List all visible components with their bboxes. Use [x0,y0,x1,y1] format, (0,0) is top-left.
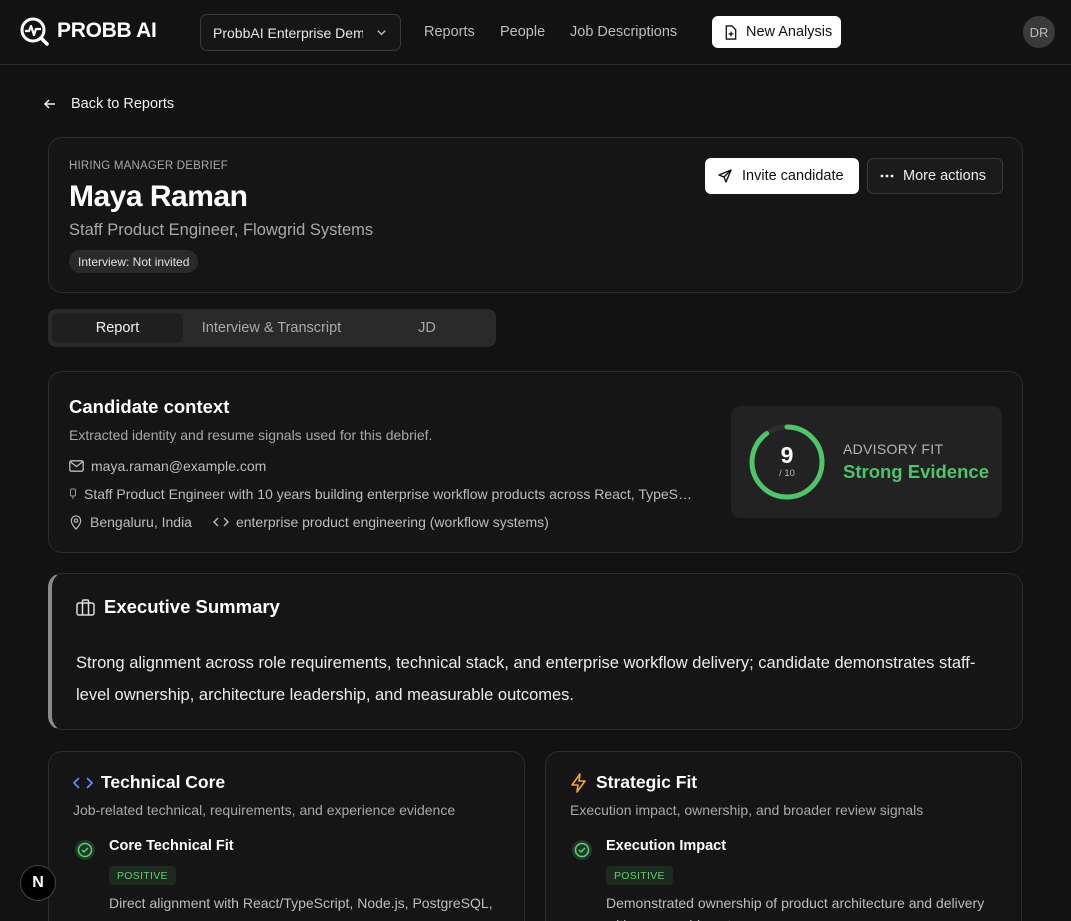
strategic-fit-header: Strategic Fit [570,772,697,793]
positive-badge: POSITIVE [606,866,673,885]
location-domain-row: Bengaluru, India enterprise product engi… [69,514,549,530]
candidate-headline: Staff Product Engineer with 10 years bui… [84,486,693,502]
headline-row: Staff Product Engineer with 10 years bui… [69,486,692,502]
dev-tools-badge[interactable]: N [20,865,56,901]
email-row: maya.raman@example.com [69,458,266,474]
briefcase-icon [76,598,95,616]
execution-impact-title: Execution Impact [606,838,727,854]
debrief-eyebrow: HIRING MANAGER DEBRIEF [69,160,229,172]
tab-report[interactable]: Report [52,313,183,343]
advisory-fit-score-panel: 9 / 10 ADVISORY FIT Strong Evidence [731,406,1002,518]
new-analysis-label: New Analysis [746,24,833,40]
technical-core-subtitle: Job-related technical, requirements, and… [73,802,456,818]
lightning-icon [571,772,586,793]
score-denominator: / 10 [779,468,795,479]
organization-select-value: ProbbAI Enterprise Demo [213,24,363,41]
execution-impact-description: Demonstrated ownership of product archit… [606,895,985,921]
score-value: 9 [780,442,794,468]
brand-logo[interactable]: PROBB AI [19,16,157,46]
send-icon [718,169,732,183]
candidate-name: Maya Raman [69,180,248,213]
invite-candidate-button[interactable]: Invite candidate [705,158,859,194]
check-circle-icon [75,840,95,860]
advisory-fit-verdict: Strong Evidence [843,461,989,482]
strategic-fit-subtitle: Execution impact, ownership, and broader… [570,802,924,818]
core-technical-fit-title: Core Technical Fit [109,838,234,854]
technical-core-card: Technical Core Job-related technical, re… [48,751,525,921]
brand-name: PROBB AI [57,19,157,42]
executive-summary-title: Executive Summary [104,596,280,617]
executive-summary-card: Executive Summary Strong alignment acros… [48,573,1023,730]
candidate-location: Bengaluru, India [90,514,192,530]
advisory-fit-label: ADVISORY FIT [843,441,944,457]
code-icon [212,517,229,527]
technical-core-title: Technical Core [101,772,226,792]
invite-candidate-label: Invite candidate [742,168,844,184]
nav-job-descriptions[interactable]: Job Descriptions [570,24,677,40]
candidate-context-title: Candidate context [69,396,230,417]
more-actions-button[interactable]: More actions [867,158,1003,194]
ellipsis-icon [880,174,894,178]
candidate-context-subtitle: Extracted identity and resume signals us… [69,427,433,443]
executive-summary-text: Strong alignment across role requirement… [76,654,976,704]
more-actions-label: More actions [903,168,987,184]
check-circle-icon [572,840,592,860]
code-icon [73,776,93,789]
executive-summary-header: Executive Summary [76,596,280,618]
mail-icon [69,460,84,472]
strategic-fit-card: Strategic Fit Execution impact, ownershi… [545,751,1022,921]
back-link-label: Back to Reports [71,96,175,112]
candidate-context-card: Candidate context Extracted identity and… [48,371,1023,553]
positive-badge: POSITIVE [109,866,176,885]
back-to-reports-link[interactable]: Back to Reports [43,96,174,112]
badge-icon [70,488,76,499]
candidate-email: maya.raman@example.com [91,458,267,474]
arrow-left-icon [43,99,55,109]
nav-reports[interactable]: Reports [424,24,475,40]
interview-status-badge: Interview: Not invited [69,250,199,273]
top-navigation-bar: PROBB AI ProbbAI Enterprise Demo Reports… [0,0,1071,65]
candidate-header-card: HIRING MANAGER DEBRIEF Maya Raman Staff … [48,137,1023,293]
report-tabs: Report Interview & Transcript JD [48,309,496,347]
organization-select[interactable]: ProbbAI Enterprise Demo [200,14,401,51]
map-pin-icon [70,514,82,530]
strategic-fit-title: Strategic Fit [596,772,698,792]
chevron-down-icon [377,30,386,36]
user-avatar[interactable]: DR [1023,16,1055,48]
tab-interview-transcript[interactable]: Interview & Transcript [183,313,360,343]
candidate-domain: enterprise product engineering (workflow… [235,514,549,530]
document-plus-icon [725,24,737,40]
new-analysis-button[interactable]: New Analysis [712,16,841,48]
logo-mark-icon [20,17,49,46]
technical-core-header: Technical Core [73,772,225,793]
tab-jd[interactable]: JD [360,313,494,343]
nav-people[interactable]: People [500,24,545,40]
core-technical-fit-description: Direct alignment with React/TypeScript, … [109,895,493,921]
candidate-role: Staff Product Engineer, Flowgrid Systems [69,221,374,239]
